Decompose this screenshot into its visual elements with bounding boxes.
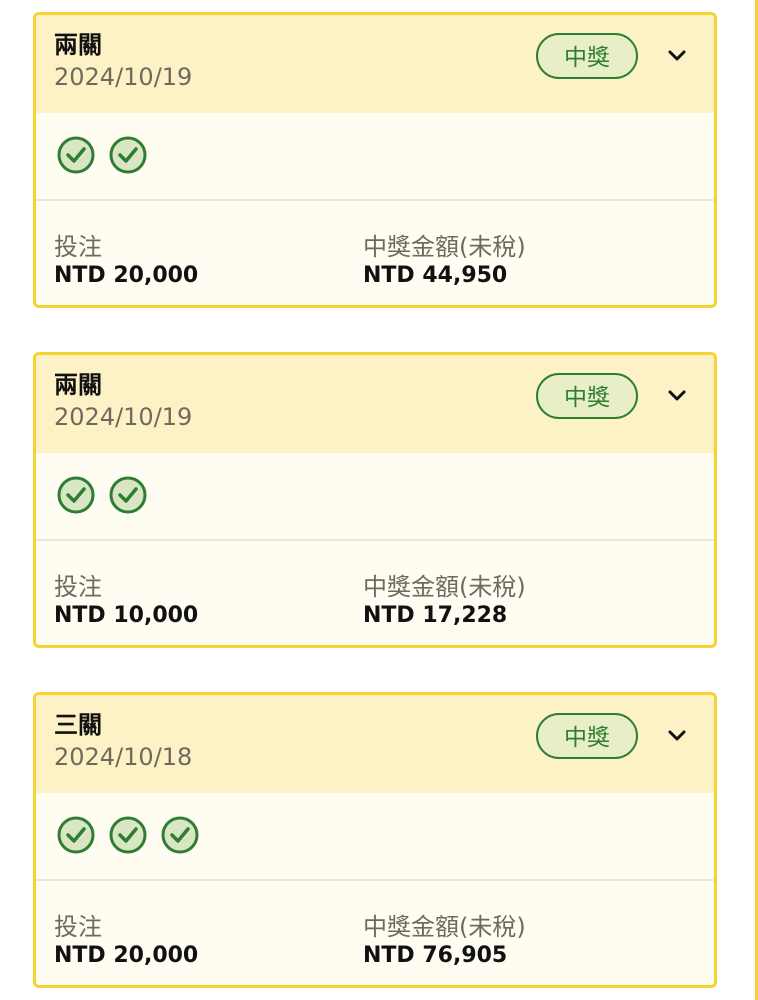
check-circle-icon [109, 816, 147, 854]
status-badge: 中獎 [536, 713, 638, 759]
check-circle-icon [161, 816, 199, 854]
bet-card[interactable]: 兩關 2024/10/19 中獎 投注 NTD 10,000 中獎金額(未稅) … [33, 352, 717, 648]
payout-label: 中獎金額(未稅) [363, 573, 526, 601]
bet-card-header[interactable]: 兩關 2024/10/19 中獎 [36, 15, 714, 113]
status-badge: 中獎 [536, 33, 638, 79]
legs-row [36, 453, 714, 539]
bet-date: 2024/10/19 [54, 63, 193, 91]
stake-value: NTD 20,000 [54, 263, 199, 288]
expand-button[interactable] [662, 381, 692, 411]
payout-value: NTD 76,905 [363, 943, 508, 968]
check-circle-icon [57, 816, 95, 854]
stake-label: 投注 [54, 573, 102, 601]
check-circle-icon [109, 136, 147, 174]
bet-history-list: 兩關 2024/10/19 中獎 投注 NTD 20,000 中獎金額(未稅) … [0, 0, 758, 1000]
check-circle-icon [109, 476, 147, 514]
stake-value: NTD 20,000 [54, 943, 199, 968]
divider [36, 539, 714, 541]
bet-date: 2024/10/19 [54, 403, 193, 431]
payout-label: 中獎金額(未稅) [363, 913, 526, 941]
payout-label: 中獎金額(未稅) [363, 233, 526, 261]
legs-row [36, 793, 714, 879]
legs-row [36, 113, 714, 199]
payout-value: NTD 17,228 [363, 603, 508, 628]
chevron-down-icon [668, 390, 686, 401]
bet-type: 三關 [54, 711, 102, 739]
check-circle-icon [57, 476, 95, 514]
bet-date: 2024/10/18 [54, 743, 193, 771]
expand-button[interactable] [662, 41, 692, 71]
payout-value: NTD 44,950 [363, 263, 508, 288]
bet-card[interactable]: 兩關 2024/10/19 中獎 投注 NTD 20,000 中獎金額(未稅) … [33, 12, 717, 308]
status-badge: 中獎 [536, 373, 638, 419]
divider [36, 879, 714, 881]
divider [36, 199, 714, 201]
bet-card-header[interactable]: 兩關 2024/10/19 中獎 [36, 355, 714, 453]
chevron-down-icon [668, 730, 686, 741]
chevron-down-icon [668, 50, 686, 61]
bet-card[interactable]: 三關 2024/10/18 中獎 投注 NTD 20,000 中獎金額(未稅) … [33, 692, 717, 988]
stake-label: 投注 [54, 233, 102, 261]
bet-card-header[interactable]: 三關 2024/10/18 中獎 [36, 695, 714, 793]
stake-label: 投注 [54, 913, 102, 941]
bet-type: 兩關 [54, 371, 102, 399]
expand-button[interactable] [662, 721, 692, 751]
stake-value: NTD 10,000 [54, 603, 199, 628]
bet-type: 兩關 [54, 31, 102, 59]
check-circle-icon [57, 136, 95, 174]
